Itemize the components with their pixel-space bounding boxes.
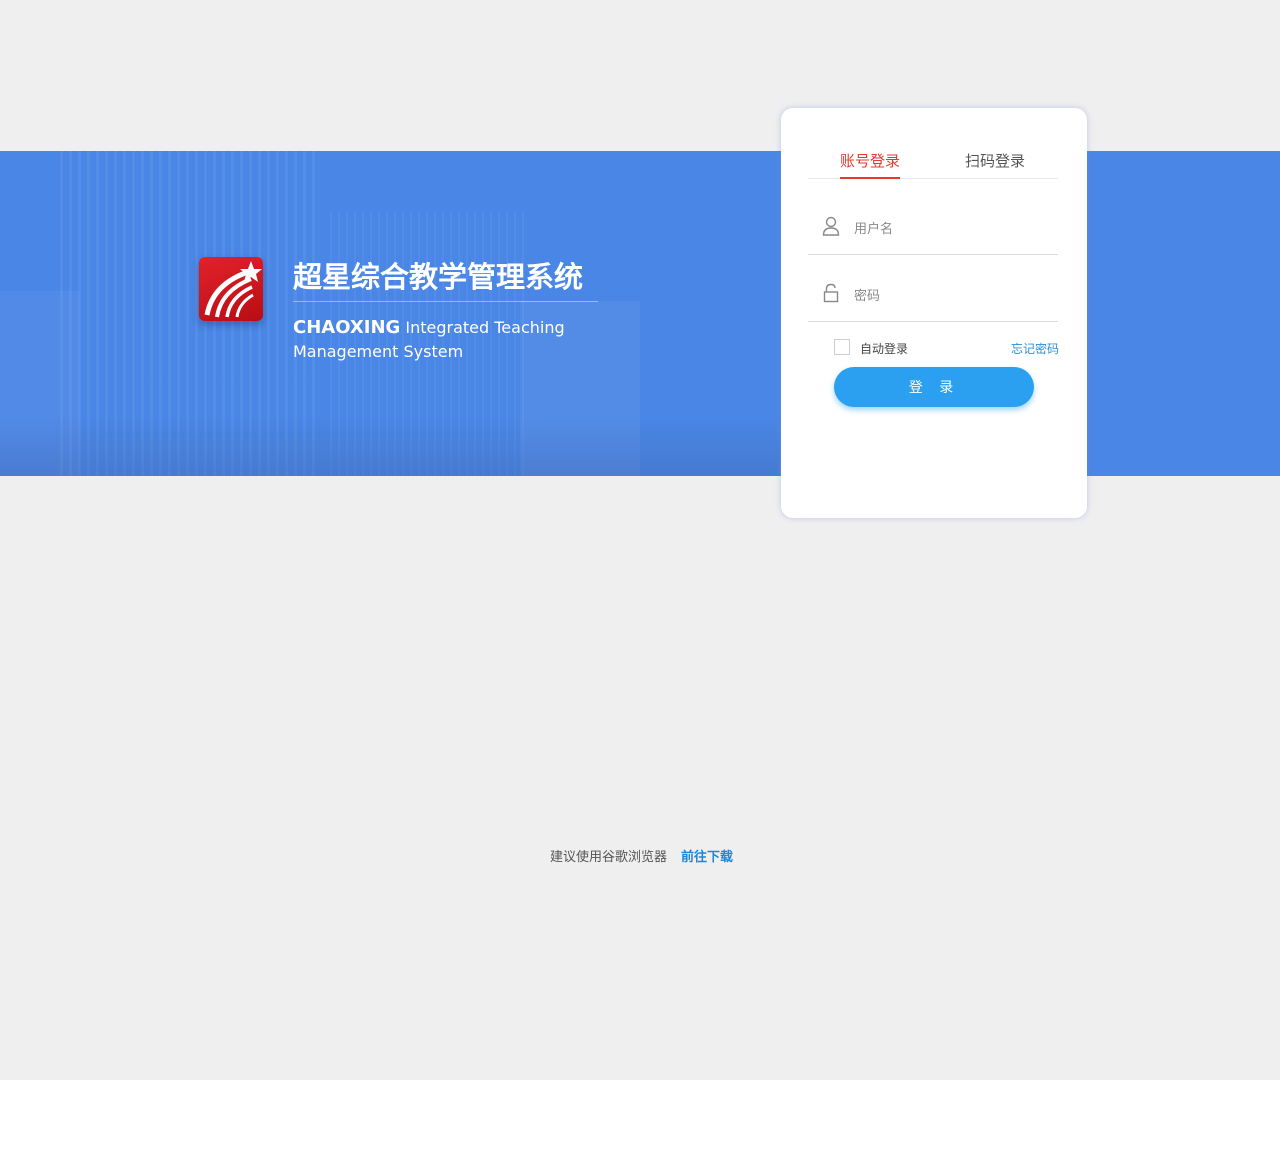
title-divider bbox=[293, 301, 598, 302]
username-input[interactable] bbox=[852, 216, 1046, 242]
user-icon bbox=[822, 216, 840, 236]
chaoxing-logo-icon bbox=[199, 257, 263, 321]
login-button[interactable]: 登 录 bbox=[834, 367, 1034, 407]
forgot-password-link[interactable]: 忘记密码 bbox=[1011, 340, 1059, 357]
auto-login-checkbox[interactable] bbox=[834, 339, 850, 355]
tab-qrcode-login[interactable]: 扫码登录 bbox=[965, 150, 1025, 171]
password-input[interactable] bbox=[852, 283, 1046, 309]
login-tabs: 账号登录 扫码登录 bbox=[808, 138, 1058, 179]
hero-banner bbox=[0, 151, 1280, 476]
lock-icon bbox=[823, 283, 839, 303]
system-title-en: CHAOXING Integrated Teaching Management … bbox=[293, 316, 613, 364]
system-title-cn: 超星综合教学管理系统 bbox=[293, 260, 584, 294]
system-title-en-brand: CHAOXING bbox=[293, 317, 401, 338]
browser-tip: 建议使用谷歌浏览器 bbox=[550, 850, 668, 865]
tab-account-login[interactable]: 账号登录 bbox=[840, 150, 901, 179]
banner-ground bbox=[0, 416, 780, 476]
download-link[interactable]: 前往下载 bbox=[681, 846, 733, 865]
login-card: 账号登录 扫码登录 自动登录 忘记密码 登 录 bbox=[781, 108, 1087, 518]
auto-login-label: 自动登录 bbox=[860, 342, 909, 356]
password-field bbox=[808, 271, 1058, 322]
username-field bbox=[808, 204, 1058, 255]
